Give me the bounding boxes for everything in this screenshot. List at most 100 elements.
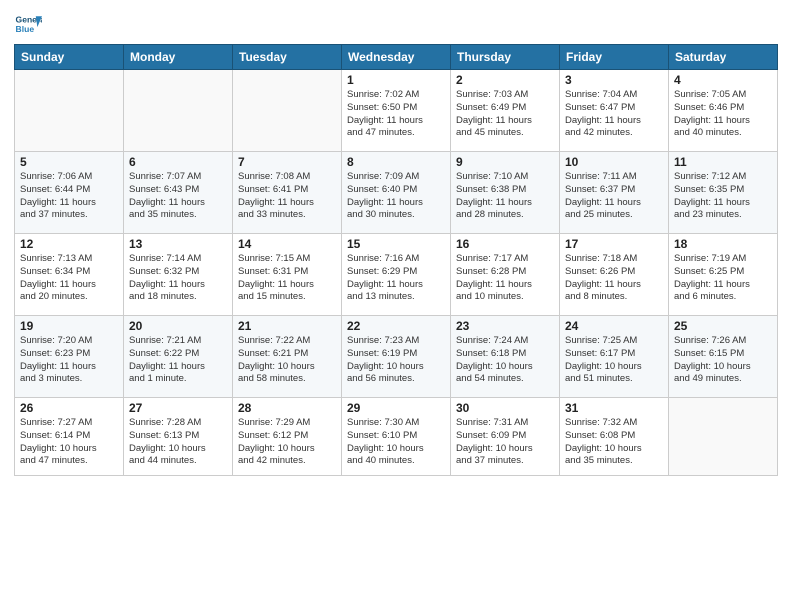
day-number: 21 bbox=[238, 319, 336, 333]
day-number: 8 bbox=[347, 155, 445, 169]
day-info: Sunrise: 7:27 AM Sunset: 6:14 PM Dayligh… bbox=[20, 417, 118, 468]
day-cell: 10Sunrise: 7:11 AM Sunset: 6:37 PM Dayli… bbox=[560, 152, 669, 234]
day-cell: 28 Sunrise: 7:29 AM Sunset: 6:12 PM Dayli… bbox=[233, 398, 342, 476]
logo: General Blue bbox=[14, 10, 42, 38]
day-info: Sunrise: 7:04 AM Sunset: 6:47 PM Dayligh… bbox=[565, 89, 663, 140]
day-info: Sunrise: 7:20 AM Sunset: 6:23 PM Dayligh… bbox=[20, 335, 118, 386]
day-info: Sunrise: 7:15 AM Sunset: 6:31 PM Dayligh… bbox=[238, 253, 336, 304]
day-info: Sunrise: 7:16 AM Sunset: 6:29 PM Dayligh… bbox=[347, 253, 445, 304]
day-cell: 2Sunrise: 7:03 AM Sunset: 6:49 PM Daylig… bbox=[451, 70, 560, 152]
day-number: 19 bbox=[20, 319, 118, 333]
week-row-2: 5Sunrise: 7:06 AM Sunset: 6:44 PM Daylig… bbox=[15, 152, 778, 234]
weekday-sunday: Sunday bbox=[15, 45, 124, 70]
day-cell: 29Sunrise: 7:30 AM Sunset: 6:10 PM Dayli… bbox=[342, 398, 451, 476]
day-info: Sunrise: 7:31 AM Sunset: 6:09 PM Dayligh… bbox=[456, 417, 554, 468]
day-info: Sunrise: 7:17 AM Sunset: 6:28 PM Dayligh… bbox=[456, 253, 554, 304]
header: General Blue bbox=[14, 10, 778, 38]
day-number: 17 bbox=[565, 237, 663, 251]
day-number: 2 bbox=[456, 73, 554, 87]
day-number: 4 bbox=[674, 73, 772, 87]
day-info: Sunrise: 7:06 AM Sunset: 6:44 PM Dayligh… bbox=[20, 171, 118, 222]
day-cell: 11 Sunrise: 7:12 AM Sunset: 6:35 PM Dayli… bbox=[669, 152, 778, 234]
day-info: Sunrise: 7:24 AM Sunset: 6:18 PM Dayligh… bbox=[456, 335, 554, 386]
day-info: Sunrise: 7:26 AM Sunset: 6:15 PM Dayligh… bbox=[674, 335, 772, 386]
day-number: 11 bbox=[674, 155, 772, 169]
day-number: 14 bbox=[238, 237, 336, 251]
day-number: 26 bbox=[20, 401, 118, 415]
day-number: 9 bbox=[456, 155, 554, 169]
day-info: Sunrise: 7:12 AM Sunset: 6:35 PM Dayligh… bbox=[674, 171, 772, 222]
day-info: Sunrise: 7:29 AM Sunset: 6:12 PM Dayligh… bbox=[238, 417, 336, 468]
week-row-3: 12 Sunrise: 7:13 AM Sunset: 6:34 PM Dayli… bbox=[15, 234, 778, 316]
day-cell: 30 Sunrise: 7:31 AM Sunset: 6:09 PM Dayli… bbox=[451, 398, 560, 476]
day-number: 30 bbox=[456, 401, 554, 415]
day-cell bbox=[233, 70, 342, 152]
day-cell: 6Sunrise: 7:07 AM Sunset: 6:43 PM Daylig… bbox=[124, 152, 233, 234]
day-info: Sunrise: 7:32 AM Sunset: 6:08 PM Dayligh… bbox=[565, 417, 663, 468]
day-cell: 3 Sunrise: 7:04 AM Sunset: 6:47 PM Daylig… bbox=[560, 70, 669, 152]
day-info: Sunrise: 7:28 AM Sunset: 6:13 PM Dayligh… bbox=[129, 417, 227, 468]
day-number: 24 bbox=[565, 319, 663, 333]
day-cell: 25 Sunrise: 7:26 AM Sunset: 6:15 PM Dayli… bbox=[669, 316, 778, 398]
day-number: 15 bbox=[347, 237, 445, 251]
day-number: 12 bbox=[20, 237, 118, 251]
week-row-1: 1 Sunrise: 7:02 AM Sunset: 6:50 PM Daylig… bbox=[15, 70, 778, 152]
day-number: 1 bbox=[347, 73, 445, 87]
weekday-monday: Monday bbox=[124, 45, 233, 70]
day-info: Sunrise: 7:02 AM Sunset: 6:50 PM Dayligh… bbox=[347, 89, 445, 140]
day-number: 22 bbox=[347, 319, 445, 333]
day-info: Sunrise: 7:18 AM Sunset: 6:26 PM Dayligh… bbox=[565, 253, 663, 304]
day-info: Sunrise: 7:25 AM Sunset: 6:17 PM Dayligh… bbox=[565, 335, 663, 386]
day-info: Sunrise: 7:08 AM Sunset: 6:41 PM Dayligh… bbox=[238, 171, 336, 222]
day-cell: 1 Sunrise: 7:02 AM Sunset: 6:50 PM Daylig… bbox=[342, 70, 451, 152]
day-cell: 20 Sunrise: 7:21 AM Sunset: 6:22 PM Dayli… bbox=[124, 316, 233, 398]
day-cell: 8 Sunrise: 7:09 AM Sunset: 6:40 PM Daylig… bbox=[342, 152, 451, 234]
weekday-saturday: Saturday bbox=[669, 45, 778, 70]
day-number: 16 bbox=[456, 237, 554, 251]
page: General Blue SundayMondayTuesdayWednesda… bbox=[0, 0, 792, 612]
day-cell: 14 Sunrise: 7:15 AM Sunset: 6:31 PM Dayli… bbox=[233, 234, 342, 316]
day-number: 23 bbox=[456, 319, 554, 333]
logo-icon: General Blue bbox=[14, 10, 42, 38]
day-number: 7 bbox=[238, 155, 336, 169]
day-info: Sunrise: 7:13 AM Sunset: 6:34 PM Dayligh… bbox=[20, 253, 118, 304]
day-info: Sunrise: 7:22 AM Sunset: 6:21 PM Dayligh… bbox=[238, 335, 336, 386]
day-cell: 4 Sunrise: 7:05 AM Sunset: 6:46 PM Daylig… bbox=[669, 70, 778, 152]
day-number: 28 bbox=[238, 401, 336, 415]
day-cell: 22 Sunrise: 7:23 AM Sunset: 6:19 PM Dayli… bbox=[342, 316, 451, 398]
day-info: Sunrise: 7:19 AM Sunset: 6:25 PM Dayligh… bbox=[674, 253, 772, 304]
day-info: Sunrise: 7:23 AM Sunset: 6:19 PM Dayligh… bbox=[347, 335, 445, 386]
week-row-4: 19 Sunrise: 7:20 AM Sunset: 6:23 PM Dayli… bbox=[15, 316, 778, 398]
day-number: 27 bbox=[129, 401, 227, 415]
day-number: 25 bbox=[674, 319, 772, 333]
day-info: Sunrise: 7:14 AM Sunset: 6:32 PM Dayligh… bbox=[129, 253, 227, 304]
day-cell: 5Sunrise: 7:06 AM Sunset: 6:44 PM Daylig… bbox=[15, 152, 124, 234]
day-cell: 12 Sunrise: 7:13 AM Sunset: 6:34 PM Dayli… bbox=[15, 234, 124, 316]
calendar: SundayMondayTuesdayWednesdayThursdayFrid… bbox=[14, 44, 778, 476]
week-row-5: 26 Sunrise: 7:27 AM Sunset: 6:14 PM Dayli… bbox=[15, 398, 778, 476]
day-number: 20 bbox=[129, 319, 227, 333]
weekday-thursday: Thursday bbox=[451, 45, 560, 70]
svg-text:Blue: Blue bbox=[16, 24, 35, 34]
day-cell: 19 Sunrise: 7:20 AM Sunset: 6:23 PM Dayli… bbox=[15, 316, 124, 398]
day-cell: 7 Sunrise: 7:08 AM Sunset: 6:41 PM Daylig… bbox=[233, 152, 342, 234]
day-cell: 21 Sunrise: 7:22 AM Sunset: 6:21 PM Dayli… bbox=[233, 316, 342, 398]
day-cell: 18Sunrise: 7:19 AM Sunset: 6:25 PM Dayli… bbox=[669, 234, 778, 316]
weekday-friday: Friday bbox=[560, 45, 669, 70]
day-info: Sunrise: 7:05 AM Sunset: 6:46 PM Dayligh… bbox=[674, 89, 772, 140]
day-info: Sunrise: 7:09 AM Sunset: 6:40 PM Dayligh… bbox=[347, 171, 445, 222]
day-info: Sunrise: 7:07 AM Sunset: 6:43 PM Dayligh… bbox=[129, 171, 227, 222]
day-cell: 31Sunrise: 7:32 AM Sunset: 6:08 PM Dayli… bbox=[560, 398, 669, 476]
day-number: 10 bbox=[565, 155, 663, 169]
day-info: Sunrise: 7:10 AM Sunset: 6:38 PM Dayligh… bbox=[456, 171, 554, 222]
day-cell: 26 Sunrise: 7:27 AM Sunset: 6:14 PM Dayli… bbox=[15, 398, 124, 476]
day-cell bbox=[124, 70, 233, 152]
day-cell: 15 Sunrise: 7:16 AM Sunset: 6:29 PM Dayli… bbox=[342, 234, 451, 316]
day-cell: 9 Sunrise: 7:10 AM Sunset: 6:38 PM Daylig… bbox=[451, 152, 560, 234]
day-number: 3 bbox=[565, 73, 663, 87]
weekday-wednesday: Wednesday bbox=[342, 45, 451, 70]
day-number: 29 bbox=[347, 401, 445, 415]
day-cell: 17 Sunrise: 7:18 AM Sunset: 6:26 PM Dayli… bbox=[560, 234, 669, 316]
day-cell: 23 Sunrise: 7:24 AM Sunset: 6:18 PM Dayli… bbox=[451, 316, 560, 398]
day-info: Sunrise: 7:21 AM Sunset: 6:22 PM Dayligh… bbox=[129, 335, 227, 386]
